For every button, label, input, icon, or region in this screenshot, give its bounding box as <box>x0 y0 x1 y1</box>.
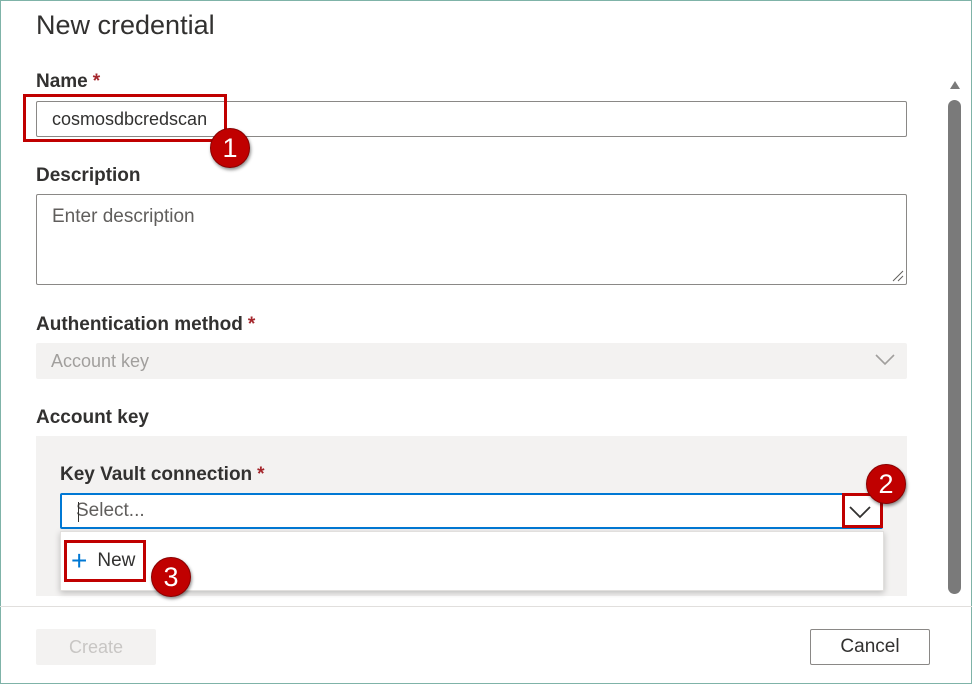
cancel-button[interactable]: Cancel <box>810 629 930 665</box>
description-field[interactable]: Enter description <box>36 194 907 285</box>
required-mark: * <box>257 464 265 485</box>
create-button[interactable]: Create <box>36 629 156 665</box>
page-title: New credential <box>36 10 215 40</box>
step-badge-3: 3 <box>151 557 191 597</box>
text-caret <box>78 502 79 522</box>
step-badge-1: 1 <box>210 128 250 168</box>
highlight-box-new <box>64 540 146 582</box>
chevron-down-icon <box>875 354 895 366</box>
highlight-box-name <box>23 94 227 142</box>
auth-method-dropdown: Account key <box>36 343 907 379</box>
step-badge-2: 2 <box>866 464 906 504</box>
required-mark: * <box>92 71 101 92</box>
vertical-scrollbar[interactable] <box>944 76 966 596</box>
name-label: Name * <box>36 71 101 92</box>
key-vault-label: Key Vault connection * <box>60 464 265 485</box>
description-label: Description <box>36 165 141 186</box>
scrollbar-thumb[interactable] <box>948 100 961 594</box>
account-key-section-label: Account key <box>36 407 149 428</box>
description-placeholder: Enter description <box>52 206 195 227</box>
required-mark: * <box>247 314 256 335</box>
scroll-up-arrow-icon[interactable] <box>949 80 961 90</box>
resize-grip-icon[interactable] <box>892 270 904 282</box>
key-vault-placeholder: Select... <box>76 500 145 521</box>
key-vault-select[interactable]: Select... <box>60 493 883 529</box>
footer-divider <box>0 606 972 607</box>
auth-method-value: Account key <box>51 350 150 371</box>
auth-method-label: Authentication method * <box>36 314 256 335</box>
